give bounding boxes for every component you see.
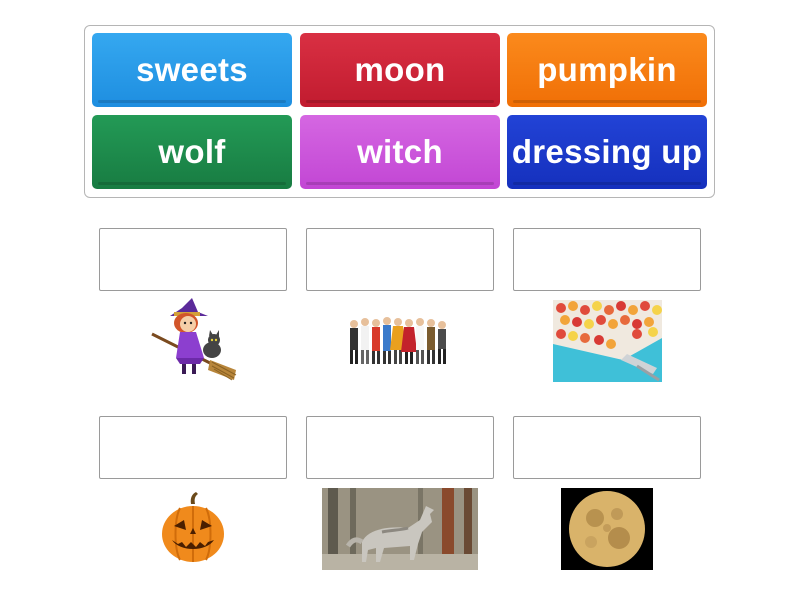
tile-moon[interactable]: moon bbox=[300, 33, 500, 107]
jack-o-lantern-image bbox=[160, 490, 226, 564]
tile-sweets[interactable]: sweets bbox=[92, 33, 292, 107]
drop-slot-2[interactable] bbox=[306, 228, 494, 291]
candy-sweets-image bbox=[553, 300, 662, 382]
tile-dressing-up[interactable]: dressing up bbox=[507, 115, 707, 189]
word-bank: sweets moon pumpkin wolf witch dressing … bbox=[84, 25, 715, 198]
full-moon-image bbox=[561, 488, 653, 570]
tile-pumpkin[interactable]: pumpkin bbox=[507, 33, 707, 107]
drop-slot-4[interactable] bbox=[99, 416, 287, 479]
drop-slot-3[interactable] bbox=[513, 228, 701, 291]
witch-on-broom-image bbox=[146, 298, 238, 384]
drop-slot-6[interactable] bbox=[513, 416, 701, 479]
drop-slot-1[interactable] bbox=[99, 228, 287, 291]
costumed-children-image bbox=[346, 310, 452, 368]
howling-wolf-image bbox=[322, 488, 478, 570]
drop-slot-5[interactable] bbox=[306, 416, 494, 479]
tile-wolf[interactable]: wolf bbox=[92, 115, 292, 189]
tile-witch[interactable]: witch bbox=[300, 115, 500, 189]
